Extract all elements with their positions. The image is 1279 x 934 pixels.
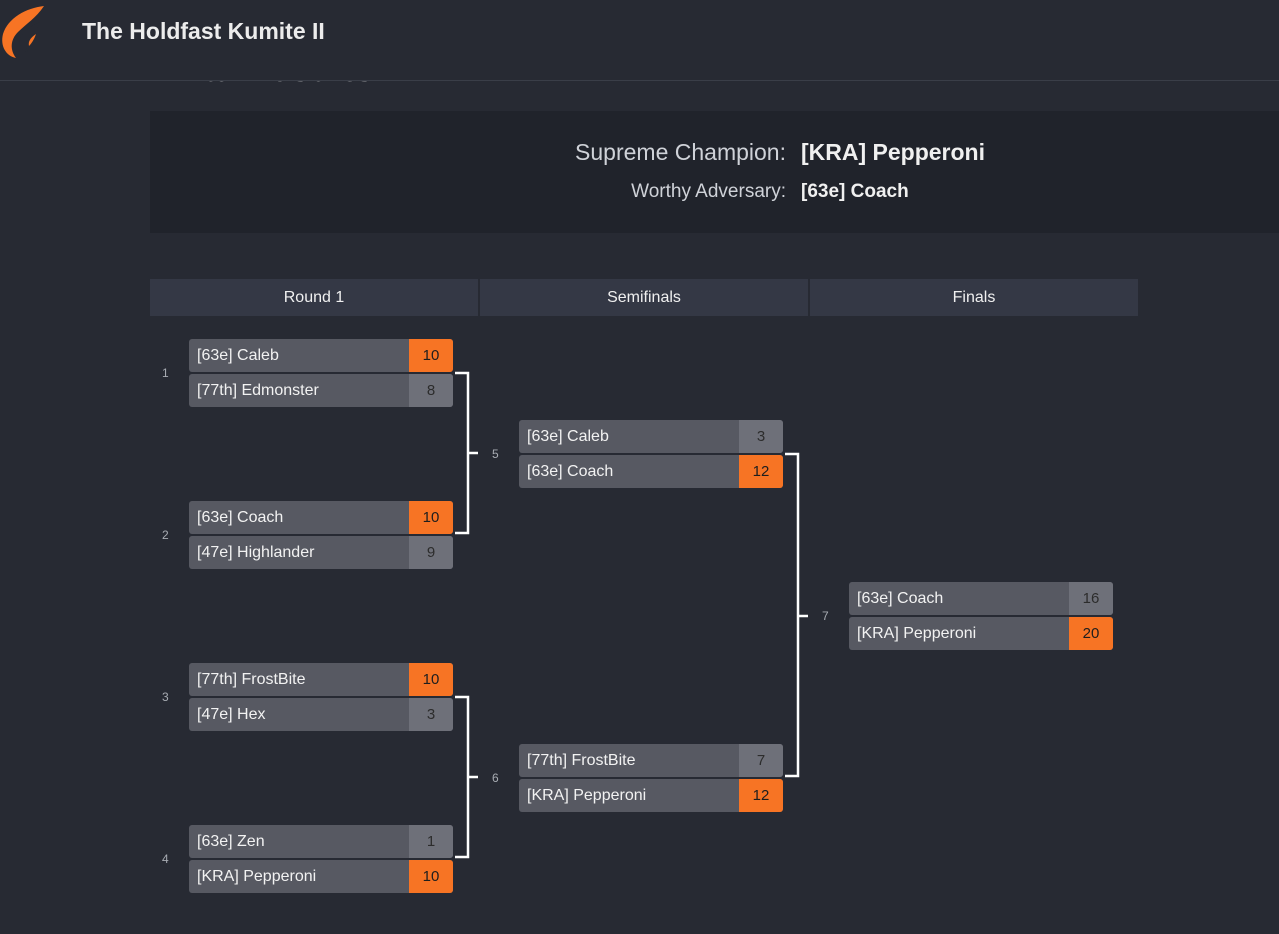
match-number-3: 3	[162, 690, 169, 704]
connector-r1-bottom	[455, 695, 478, 859]
match-number-7: 7	[822, 609, 829, 623]
match-slot-top[interactable]: [77th] FrostBite 10	[189, 663, 453, 696]
match-slot-bottom[interactable]: [47e] Hex 3	[189, 698, 453, 731]
player-name: [63e] Caleb	[527, 428, 609, 445]
player-name: [63e] Caleb	[197, 347, 279, 364]
player-score: 10	[409, 501, 453, 534]
match-slot-top[interactable]: [63e] Zen 1	[189, 825, 453, 858]
player-name: [63e] Zen	[197, 833, 265, 850]
match-slot-bottom[interactable]: [63e] Coach 12	[519, 455, 783, 488]
player-score: 10	[409, 663, 453, 696]
player-name: [47e] Highlander	[197, 544, 315, 561]
player-score: 12	[739, 779, 783, 812]
match-3[interactable]: [77th] FrostBite 10 [47e] Hex 3	[189, 663, 453, 731]
player-name: [KRA] Pepperoni	[857, 625, 977, 642]
connector-semifinals	[785, 452, 808, 778]
match-slot-bottom[interactable]: [KRA] Pepperoni 20	[849, 617, 1113, 650]
match-4[interactable]: [63e] Zen 1 [KRA] Pepperoni 10	[189, 825, 453, 893]
match-2[interactable]: [63e] Coach 10 [47e] Highlander 9	[189, 501, 453, 569]
match-number-5: 5	[492, 447, 499, 461]
match-slot-top[interactable]: [63e] Coach 10	[189, 501, 453, 534]
player-score: 10	[409, 860, 453, 893]
player-score: 7	[739, 744, 783, 777]
match-5[interactable]: [63e] Caleb 3 [63e] Coach 12	[519, 420, 783, 488]
match-slot-top[interactable]: [63e] Coach 16	[849, 582, 1113, 615]
match-slot-top[interactable]: [63e] Caleb 10	[189, 339, 453, 372]
match-slot-top[interactable]: [77th] FrostBite 7	[519, 744, 783, 777]
site-title[interactable]: The Holdfast Kumite II	[82, 18, 325, 45]
match-slot-bottom[interactable]: [47e] Highlander 9	[189, 536, 453, 569]
player-score: 9	[409, 536, 453, 569]
player-name: [47e] Hex	[197, 706, 266, 723]
match-number-1: 1	[162, 366, 169, 380]
player-name: [KRA] Pepperoni	[197, 868, 317, 885]
player-name: [77th] FrostBite	[527, 752, 636, 769]
match-slot-bottom[interactable]: [KRA] Pepperoni 10	[189, 860, 453, 893]
player-name: [63e] Coach	[197, 509, 284, 526]
player-score: 8	[409, 374, 453, 407]
match-7-final[interactable]: [63e] Coach 16 [KRA] Pepperoni 20	[849, 582, 1113, 650]
match-number-4: 4	[162, 852, 169, 866]
player-name: [63e] Coach	[857, 590, 944, 607]
match-slot-top[interactable]: [63e] Caleb 3	[519, 420, 783, 453]
player-score: 1	[409, 825, 453, 858]
wing-icon[interactable]	[0, 4, 48, 65]
player-name: [77th] Edmonster	[197, 382, 319, 399]
match-6[interactable]: [77th] FrostBite 7 [KRA] Pepperoni 12	[519, 744, 783, 812]
match-number-2: 2	[162, 528, 169, 542]
player-name: [63e] Coach	[527, 463, 614, 480]
match-number-6: 6	[492, 771, 499, 785]
player-score: 3	[739, 420, 783, 453]
player-score: 10	[409, 339, 453, 372]
player-score: 16	[1069, 582, 1113, 615]
connector-r1-top	[455, 371, 478, 535]
match-1[interactable]: [63e] Caleb 10 [77th] Edmonster 8	[189, 339, 453, 407]
player-score: 3	[409, 698, 453, 731]
player-score: 20	[1069, 617, 1113, 650]
match-slot-bottom[interactable]: [KRA] Pepperoni 12	[519, 779, 783, 812]
player-name: [KRA] Pepperoni	[527, 787, 647, 804]
top-bar: The Holdfast Kumite II	[0, 0, 1279, 81]
match-slot-bottom[interactable]: [77th] Edmonster 8	[189, 374, 453, 407]
player-name: [77th] FrostBite	[197, 671, 306, 688]
player-score: 12	[739, 455, 783, 488]
